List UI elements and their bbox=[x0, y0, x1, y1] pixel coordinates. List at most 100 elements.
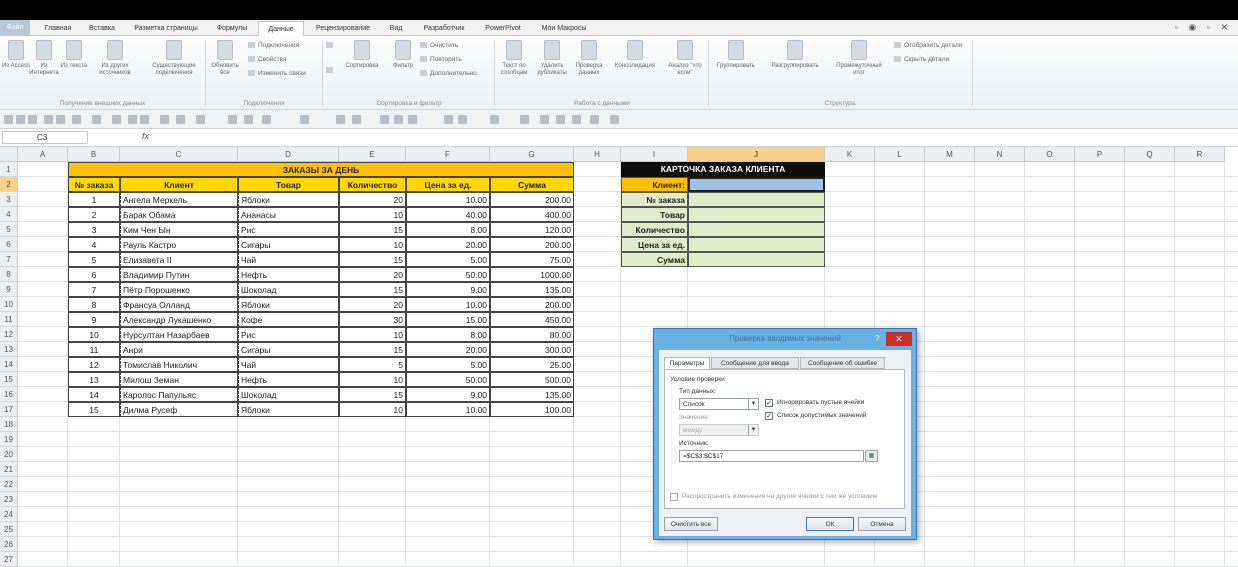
row-header[interactable]: 17 bbox=[0, 402, 18, 417]
orders-cell[interactable]: Томислав Николич bbox=[120, 357, 238, 372]
sum-icon[interactable] bbox=[112, 115, 121, 124]
fill-icon[interactable] bbox=[244, 115, 253, 124]
orders-cell[interactable]: Ананасы bbox=[238, 207, 339, 222]
orders-cell[interactable]: Милош Земан bbox=[120, 372, 238, 387]
globe-icon[interactable] bbox=[540, 115, 549, 124]
orders-cell[interactable]: Александр Лукашенко bbox=[120, 312, 238, 327]
paste-icon[interactable] bbox=[92, 115, 101, 124]
column-header[interactable]: M bbox=[925, 147, 975, 162]
edit-links-button[interactable]: Изменить связи bbox=[248, 69, 306, 78]
ungroup-button[interactable]: Разгруппировать bbox=[764, 40, 826, 70]
row-header[interactable]: 23 bbox=[0, 492, 18, 507]
column-header[interactable]: D bbox=[238, 147, 339, 162]
orders-cell[interactable]: 10 bbox=[339, 207, 406, 222]
reapply-button[interactable]: Повторить bbox=[420, 55, 462, 64]
orders-cell[interactable]: 200.00 bbox=[490, 297, 574, 312]
tab-error-alert[interactable]: Сообщение об ошибке bbox=[800, 357, 885, 369]
orders-cell[interactable]: Яблоки bbox=[238, 402, 339, 417]
orders-cell[interactable]: 20 bbox=[339, 267, 406, 282]
ignore-blank-checkbox[interactable]: ✓ bbox=[765, 399, 773, 407]
orders-cell[interactable]: Рис bbox=[238, 222, 339, 237]
column-header[interactable]: F bbox=[406, 147, 490, 162]
row-header[interactable]: 26 bbox=[0, 537, 18, 552]
orders-cell[interactable]: 9.00 bbox=[406, 387, 490, 402]
orders-cell[interactable]: 135.00 bbox=[490, 282, 574, 297]
orders-cell[interactable]: 20 bbox=[339, 192, 406, 207]
chart-icon[interactable] bbox=[160, 115, 169, 124]
column-header[interactable]: C bbox=[120, 147, 238, 162]
orders-cell[interactable]: Дилма Русеф bbox=[120, 402, 238, 417]
properties-button[interactable]: Свойства bbox=[248, 55, 287, 64]
clear-all-button[interactable]: Очистить все bbox=[664, 517, 718, 531]
row-header[interactable]: 14 bbox=[0, 357, 18, 372]
card-label[interactable]: № заказа bbox=[621, 192, 688, 207]
hide-detail-button[interactable]: Скрыть детали bbox=[894, 55, 949, 64]
orders-cell[interactable]: 1000.00 bbox=[490, 267, 574, 282]
orders-cell[interactable]: 5.00 bbox=[406, 357, 490, 372]
orders-cell[interactable]: 135.00 bbox=[490, 387, 574, 402]
customize-toolbar-icon[interactable] bbox=[610, 115, 619, 124]
orders-cell[interactable]: Чай bbox=[238, 357, 339, 372]
orders-cell[interactable]: Нурсултан Назарбаев bbox=[120, 327, 238, 342]
orders-title[interactable]: ЗАКАЗЫ ЗА ДЕНЬ bbox=[68, 162, 574, 177]
orders-cell[interactable]: 100.00 bbox=[490, 402, 574, 417]
orders-cell[interactable]: 8.00 bbox=[406, 327, 490, 342]
row-header[interactable]: 10 bbox=[0, 297, 18, 312]
orders-cell[interactable]: 7 bbox=[68, 282, 120, 297]
card-value-cell[interactable] bbox=[688, 222, 825, 237]
orders-cell[interactable]: 20 bbox=[339, 297, 406, 312]
orders-cell[interactable]: Чай bbox=[238, 252, 339, 267]
orders-cell[interactable]: 300.00 bbox=[490, 342, 574, 357]
save-icon[interactable] bbox=[4, 115, 13, 124]
orders-cell[interactable]: 40.00 bbox=[406, 207, 490, 222]
print-icon[interactable] bbox=[44, 115, 53, 124]
window-controls-icon[interactable]: ▫ ◉ ▫ ✕ bbox=[1175, 22, 1232, 33]
existing-connections-button[interactable]: Существующие подключения bbox=[146, 40, 202, 77]
orders-cell[interactable]: 10 bbox=[339, 372, 406, 387]
orders-cell[interactable]: 12 bbox=[68, 357, 120, 372]
card-value-cell[interactable] bbox=[688, 252, 825, 267]
tab-review[interactable]: Рецензирование bbox=[310, 21, 376, 36]
orders-header-cell[interactable]: Сумма bbox=[490, 177, 574, 192]
column-header[interactable]: H bbox=[574, 147, 621, 162]
refresh-all-button[interactable]: Обновить все bbox=[208, 40, 242, 77]
card-value-cell[interactable] bbox=[688, 237, 825, 252]
orders-cell[interactable]: 4 bbox=[68, 237, 120, 252]
orders-cell[interactable]: 50.00 bbox=[406, 267, 490, 282]
tab-view[interactable]: Вид bbox=[384, 21, 408, 36]
row-header[interactable]: 19 bbox=[0, 432, 18, 447]
orders-cell[interactable]: 10 bbox=[339, 237, 406, 252]
orders-cell[interactable]: 10.00 bbox=[406, 297, 490, 312]
orders-cell[interactable]: 9.00 bbox=[406, 282, 490, 297]
remove-duplicates-button[interactable]: Удалить дубликаты bbox=[534, 40, 570, 77]
row-header[interactable]: 8 bbox=[0, 267, 18, 282]
format-icon[interactable] bbox=[196, 115, 205, 124]
row-header[interactable]: 5 bbox=[0, 222, 18, 237]
pen-icon[interactable] bbox=[520, 115, 529, 124]
subtotal-button[interactable]: Промежуточный итог bbox=[830, 40, 888, 77]
orders-cell[interactable]: 8.00 bbox=[406, 222, 490, 237]
tab-data[interactable]: Данные bbox=[258, 21, 304, 37]
orders-cell[interactable]: 2 bbox=[68, 207, 120, 222]
row-header[interactable]: 2 bbox=[0, 177, 18, 192]
orders-cell[interactable]: 10 bbox=[339, 402, 406, 417]
orders-cell[interactable]: 10 bbox=[68, 327, 120, 342]
orders-cell[interactable]: 10.00 bbox=[406, 192, 490, 207]
orders-header-cell[interactable]: Клиент bbox=[120, 177, 238, 192]
sort-button[interactable]: Сортировка bbox=[340, 40, 384, 70]
orders-cell[interactable]: 15 bbox=[339, 282, 406, 297]
orders-cell[interactable]: 11 bbox=[68, 342, 120, 357]
orders-cell[interactable]: 6 bbox=[68, 267, 120, 282]
merge-icon[interactable] bbox=[300, 115, 309, 124]
client-value-cell[interactable] bbox=[688, 177, 825, 192]
outdent-icon[interactable] bbox=[458, 115, 467, 124]
tab-file[interactable]: Файл bbox=[0, 20, 30, 36]
sort-za-button[interactable] bbox=[326, 66, 336, 75]
align-left-icon[interactable] bbox=[380, 115, 389, 124]
column-header[interactable]: O bbox=[1025, 147, 1075, 162]
orders-cell[interactable]: 15 bbox=[339, 252, 406, 267]
connections-button[interactable]: Подключения bbox=[248, 41, 299, 50]
cross-icon[interactable] bbox=[336, 115, 345, 124]
orders-cell[interactable]: 20.00 bbox=[406, 342, 490, 357]
orders-cell[interactable]: 5 bbox=[339, 357, 406, 372]
